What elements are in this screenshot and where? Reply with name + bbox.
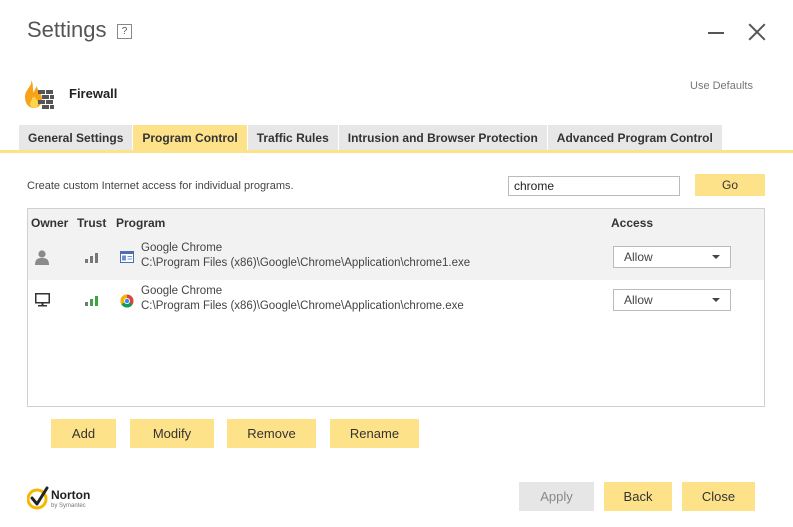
- column-header-access[interactable]: Access: [611, 216, 653, 230]
- column-header-program[interactable]: Program: [116, 216, 165, 230]
- access-select-value: Allow: [624, 293, 653, 307]
- help-button[interactable]: ?: [117, 24, 132, 39]
- apply-button[interactable]: Apply: [519, 482, 594, 511]
- tab-traffic-rules[interactable]: Traffic Rules: [247, 125, 339, 151]
- norton-logo: Norton by Symantec: [27, 484, 97, 514]
- user-icon: [35, 250, 49, 265]
- norton-wordmark: Norton: [51, 488, 91, 502]
- add-button[interactable]: Add: [51, 419, 116, 448]
- window-title: Settings: [27, 17, 107, 42]
- norton-byline: by Symantec: [51, 503, 86, 509]
- tab-underline: [0, 150, 793, 153]
- signal-bars-gray-icon: [85, 253, 98, 263]
- description-text: Create custom Internet access for indivi…: [27, 180, 294, 192]
- tab-advanced-program-control[interactable]: Advanced Program Control: [547, 125, 723, 151]
- tab-bar: General Settings Program Control Traffic…: [19, 125, 723, 151]
- go-button[interactable]: Go: [695, 174, 765, 196]
- column-header-trust[interactable]: Trust: [77, 216, 106, 230]
- table-row[interactable]: Google Chrome C:\Program Files (x86)\Goo…: [28, 280, 764, 323]
- search-input[interactable]: [508, 176, 680, 196]
- close-button[interactable]: Close: [682, 482, 755, 511]
- remove-button[interactable]: Remove: [227, 419, 316, 448]
- access-select[interactable]: Allow: [613, 246, 731, 268]
- app-window-icon: [120, 251, 134, 263]
- access-select-value: Allow: [624, 250, 653, 264]
- program-name: Google Chrome: [141, 285, 223, 297]
- tab-general-settings[interactable]: General Settings: [19, 125, 134, 151]
- chevron-down-icon: [712, 255, 720, 259]
- chevron-down-icon: [712, 298, 720, 302]
- modify-button[interactable]: Modify: [130, 419, 214, 448]
- minimize-icon[interactable]: [708, 21, 724, 43]
- tab-program-control[interactable]: Program Control: [133, 125, 248, 151]
- tab-intrusion-browser-protection[interactable]: Intrusion and Browser Protection: [338, 125, 548, 151]
- section-title: Firewall: [69, 86, 118, 101]
- table-header: Owner Trust Program Access: [28, 209, 764, 237]
- firewall-icon: [25, 80, 54, 109]
- program-name: Google Chrome: [141, 242, 223, 254]
- chrome-icon: [120, 294, 134, 308]
- table-row[interactable]: Google Chrome C:\Program Files (x86)\Goo…: [28, 237, 764, 280]
- program-path: C:\Program Files (x86)\Google\Chrome\App…: [141, 257, 471, 269]
- signal-bars-green-icon: [85, 296, 98, 306]
- program-table: Owner Trust Program Access Google Chrome…: [27, 208, 765, 407]
- use-defaults-link[interactable]: Use Defaults: [690, 80, 753, 92]
- column-header-owner[interactable]: Owner: [31, 216, 68, 230]
- close-icon[interactable]: [746, 21, 768, 43]
- program-path: C:\Program Files (x86)\Google\Chrome\App…: [141, 300, 464, 312]
- access-select[interactable]: Allow: [613, 289, 731, 311]
- computer-icon: [35, 293, 50, 307]
- back-button[interactable]: Back: [604, 482, 672, 511]
- norton-check-icon: [27, 486, 49, 510]
- rename-button[interactable]: Rename: [330, 419, 419, 448]
